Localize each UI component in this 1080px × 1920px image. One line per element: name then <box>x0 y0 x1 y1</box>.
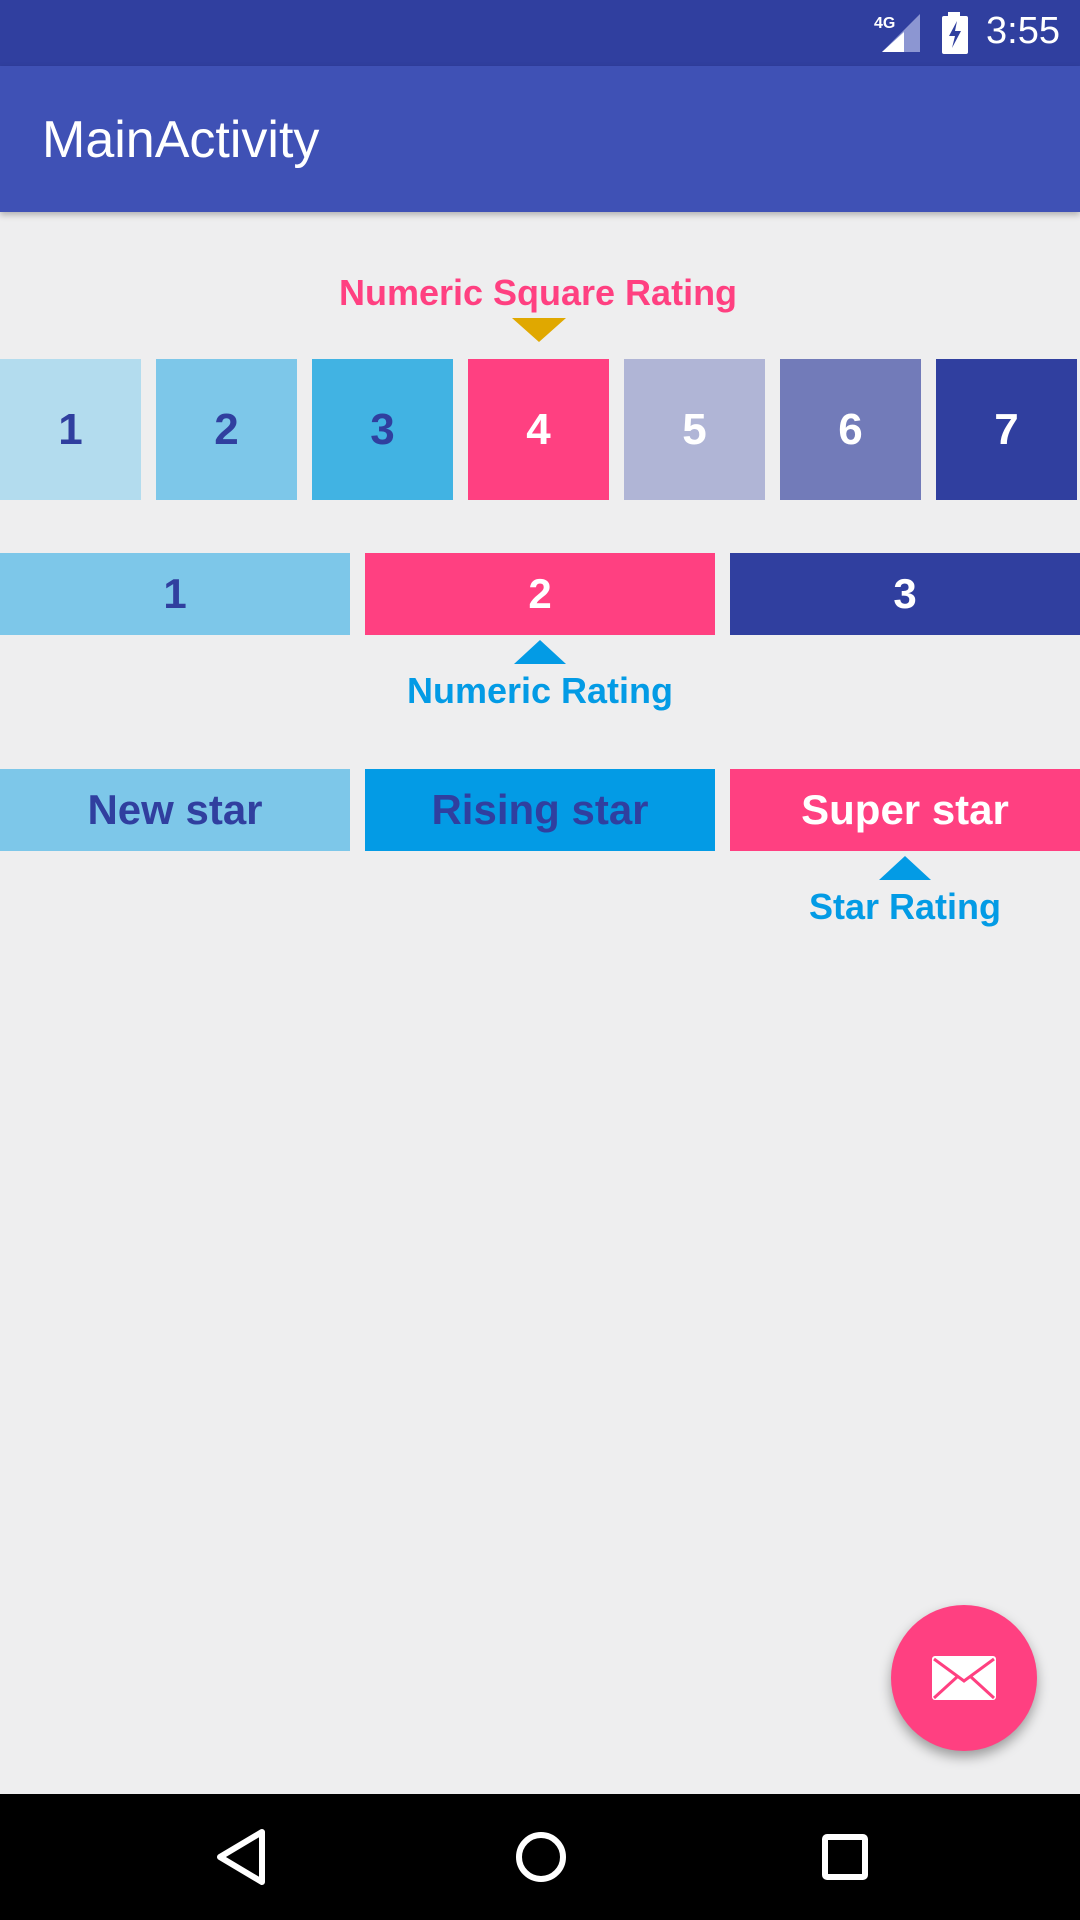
star-rating-new-star[interactable]: New star <box>0 769 350 851</box>
square-rating-2[interactable]: 2 <box>156 359 297 500</box>
network-type: 4G <box>874 15 895 32</box>
back-icon[interactable] <box>212 1824 272 1890</box>
square-rating-7[interactable]: 7 <box>936 359 1077 500</box>
envelope-icon <box>932 1656 996 1700</box>
navigation-bar <box>0 1794 1080 1920</box>
numeric-rating-label: Numeric Rating <box>406 670 674 711</box>
star-rating-label: Star Rating <box>808 886 1002 927</box>
battery-charging-icon <box>942 12 968 54</box>
numeric-rating-2-selected[interactable]: 2 <box>365 553 715 635</box>
selected-indicator-up-arrow <box>514 640 566 664</box>
numeric-square-rating-label: Numeric Square Rating <box>338 272 738 313</box>
star-rating-super-star-selected[interactable]: Super star <box>730 769 1080 851</box>
status-time: 3:55 <box>986 10 1060 52</box>
square-rating-5[interactable]: 5 <box>624 359 765 500</box>
numeric-rating-1[interactable]: 1 <box>0 553 350 635</box>
selected-indicator-down-arrow <box>512 318 566 342</box>
square-rating-1[interactable]: 1 <box>0 359 141 500</box>
status-bar: 4G 3:55 <box>0 0 1080 66</box>
home-icon[interactable] <box>508 1824 574 1890</box>
numeric-rating-3[interactable]: 3 <box>730 553 1080 635</box>
star-rating-rising-star[interactable]: Rising star <box>365 769 715 851</box>
app-bar: MainActivity <box>0 66 1080 212</box>
signal-icon: 4G <box>874 14 920 52</box>
fab-email-button[interactable] <box>891 1605 1037 1751</box>
app-title: MainActivity <box>42 111 320 169</box>
square-rating-4-selected[interactable]: 4 <box>468 359 609 500</box>
recents-icon[interactable] <box>812 1824 878 1890</box>
selected-indicator-up-arrow <box>879 856 931 880</box>
square-rating-3[interactable]: 3 <box>312 359 453 500</box>
square-rating-6[interactable]: 6 <box>780 359 921 500</box>
